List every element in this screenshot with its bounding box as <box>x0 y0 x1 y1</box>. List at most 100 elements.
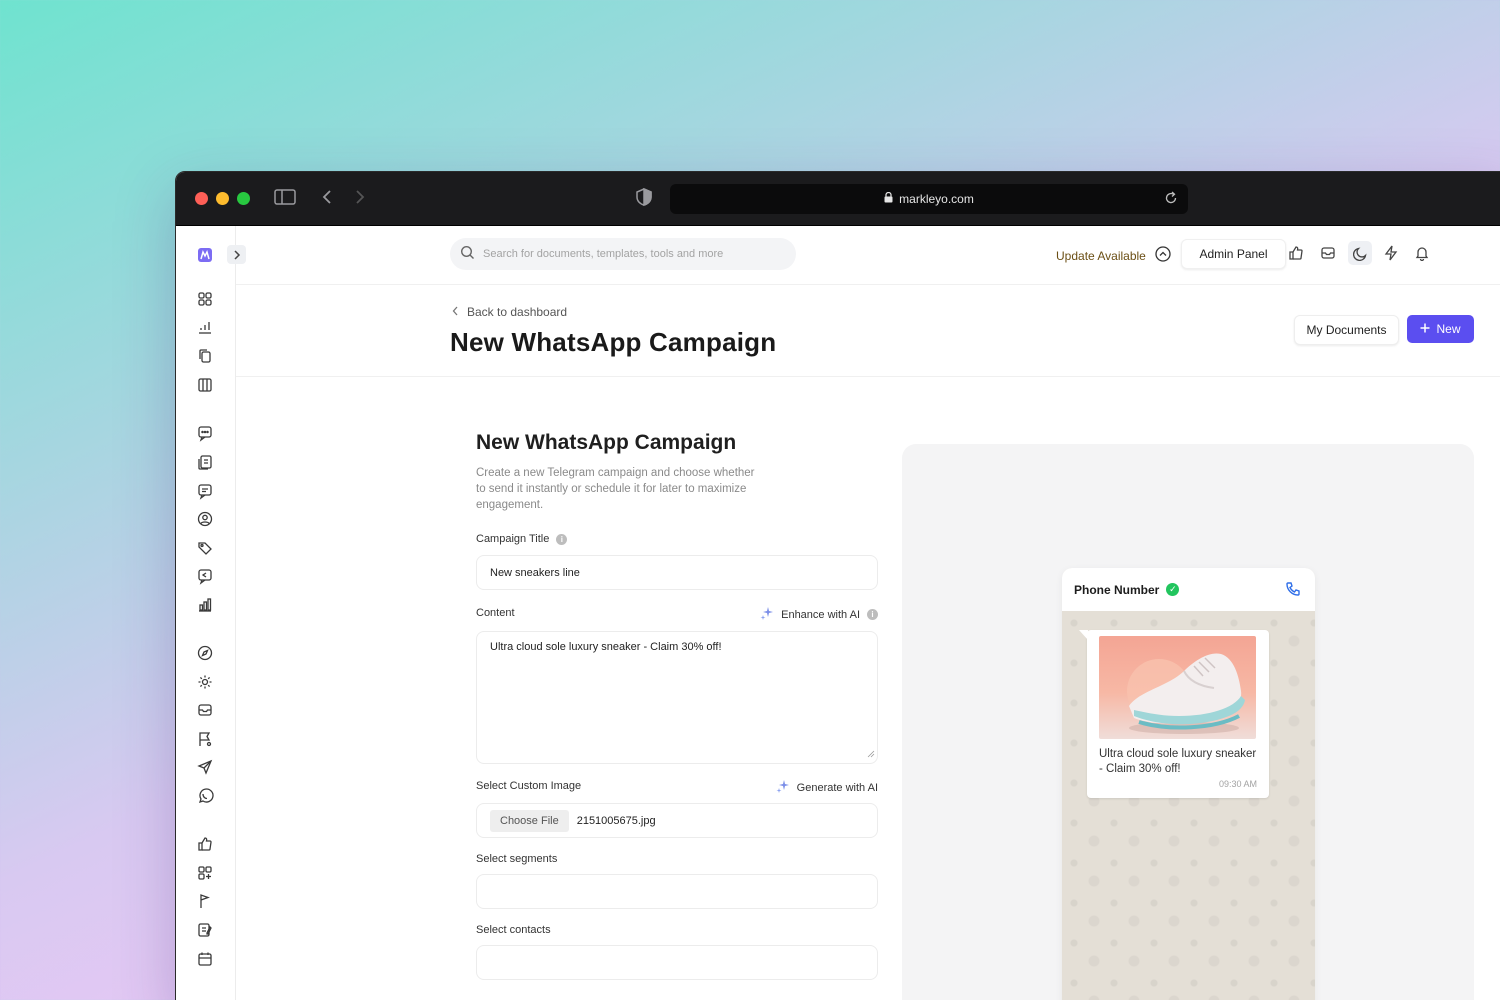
bell-icon[interactable] <box>1414 245 1432 263</box>
inbox-tray-icon[interactable] <box>1320 245 1338 263</box>
content-value: Ultra cloud sole luxury sneaker - Claim … <box>490 641 722 653</box>
update-label: Update Available <box>1056 248 1146 263</box>
close-window-button[interactable] <box>195 192 208 205</box>
hand-thumbs-icon[interactable] <box>1288 245 1306 263</box>
chat-header: Phone Number ✓ <box>1062 568 1315 611</box>
reload-icon[interactable] <box>1164 191 1178 208</box>
contacts-label-text: Select contacts <box>476 924 551 936</box>
message-bubble: Ultra cloud sole luxury sneaker - Claim … <box>1079 630 1269 798</box>
search-icon <box>460 245 475 263</box>
top-navigation: Update Available Admin Panel <box>236 226 1500 285</box>
page-title: New WhatsApp Campaign <box>450 327 777 357</box>
whatsapp-icon[interactable] <box>196 787 214 805</box>
content-label: Content <box>476 607 515 619</box>
chevron-left-icon <box>452 305 459 319</box>
back-to-dashboard-link[interactable]: Back to dashboard <box>452 305 567 319</box>
file-name: 2151005675.jpg <box>576 814 656 827</box>
shield-icon[interactable] <box>636 187 652 211</box>
sidebar <box>176 226 246 1000</box>
whatsapp-preview: Phone Number ✓ Ultra cloud sole luxury s… <box>1062 568 1315 1000</box>
generate-with-ai-button[interactable]: Generate with AI <box>776 779 878 796</box>
form-title: New WhatsApp Campaign <box>476 431 737 454</box>
verified-check-icon: ✓ <box>1166 583 1180 596</box>
address-bar[interactable]: markleyo.com <box>670 184 1188 214</box>
sparkles-icon <box>776 779 790 796</box>
maximize-window-button[interactable] <box>237 192 250 205</box>
forward-arrow-icon[interactable] <box>354 188 366 211</box>
enhance-with-ai-button[interactable]: Enhance with AI i <box>760 606 878 623</box>
search-bar[interactable] <box>450 238 796 270</box>
chat-icon[interactable] <box>196 424 214 442</box>
calendar-icon[interactable] <box>196 950 214 968</box>
apps-add-icon[interactable] <box>196 864 214 882</box>
resize-handle-icon[interactable] <box>867 749 875 761</box>
custom-image-label: Select Custom Image <box>476 780 581 792</box>
image-file-input[interactable]: Choose File 2151005675.jpg <box>476 803 878 838</box>
info-icon[interactable]: i <box>556 533 568 545</box>
minimize-window-button[interactable] <box>216 192 229 205</box>
app-body: Update Available Admin Panel <box>176 226 1500 1000</box>
content-textarea[interactable]: Ultra cloud sole luxury sneaker - Claim … <box>476 631 878 764</box>
inbox-icon[interactable] <box>196 701 214 719</box>
campaign-title-value: New sneakers line <box>490 566 580 579</box>
campaign-title-label-text: Campaign Title <box>476 533 550 545</box>
plus-icon <box>1420 322 1430 336</box>
segments-select[interactable] <box>476 874 878 909</box>
page-header: Back to dashboard New WhatsApp Campaign … <box>236 285 1500 377</box>
form-description: Create a new Telegram campaign and choos… <box>476 467 755 511</box>
new-button[interactable]: New <box>1407 315 1474 343</box>
flag-settings-icon[interactable] <box>196 730 214 748</box>
message-time: 09:30 AM <box>1218 779 1257 789</box>
sparkles-icon <box>760 606 774 623</box>
app-logo-icon[interactable] <box>196 246 214 264</box>
contacts-select[interactable] <box>476 945 878 980</box>
back-label: Back to dashboard <box>467 305 568 319</box>
lock-icon <box>884 191 893 206</box>
segments-label-text: Select segments <box>476 853 558 865</box>
browser-window: markleyo.com Search for documents, templ… <box>175 171 1500 1000</box>
contacts-label: Select contacts <box>476 924 551 936</box>
new-label: New <box>1436 322 1461 336</box>
preview-panel: Phone Number ✓ Ultra cloud sole luxury s… <box>902 444 1474 1000</box>
back-arrow-icon[interactable] <box>321 188 333 211</box>
search-input[interactable] <box>483 248 763 260</box>
choose-file-button[interactable]: Choose File <box>490 809 569 832</box>
expand-sidebar-button[interactable] <box>227 245 246 264</box>
generate-label: Generate with AI <box>796 781 878 794</box>
settings-icon[interactable] <box>196 673 214 691</box>
chart-pen-icon[interactable] <box>196 318 214 336</box>
dark-mode-moon-icon[interactable] <box>1348 241 1372 265</box>
my-documents-button[interactable]: My Documents <box>1294 315 1399 345</box>
content-label-text: Content <box>476 607 515 619</box>
chevron-up-circle-icon <box>1155 246 1171 265</box>
reply-icon[interactable] <box>196 567 214 585</box>
tags-icon[interactable] <box>196 539 214 557</box>
chat-header-title: Phone Number <box>1074 582 1160 597</box>
campaign-title-label: Campaign Title i <box>476 533 568 545</box>
user-circle-icon[interactable] <box>196 510 214 528</box>
admin-panel-button[interactable]: Admin Panel <box>1181 239 1286 269</box>
custom-image-label-text: Select Custom Image <box>476 780 582 792</box>
compass-icon[interactable] <box>196 644 214 662</box>
documents-icon[interactable] <box>196 453 214 471</box>
thumbs-up-icon[interactable] <box>196 835 214 853</box>
browser-titlebar: markleyo.com <box>176 172 1500 226</box>
send-icon[interactable] <box>196 758 214 776</box>
enhance-label: Enhance with AI <box>781 608 860 621</box>
url-text: markleyo.com <box>899 192 974 206</box>
sidebar-toggle-icon[interactable] <box>274 188 296 211</box>
chat-background: Ultra cloud sole luxury sneaker - Claim … <box>1062 611 1315 1000</box>
lightning-icon[interactable] <box>1383 245 1401 263</box>
grid-icon[interactable] <box>196 290 214 308</box>
message-text: Ultra cloud sole luxury sneaker - Claim … <box>1099 748 1257 775</box>
notes-icon[interactable] <box>196 921 214 939</box>
copy-icon[interactable] <box>196 347 214 365</box>
info-icon[interactable]: i <box>867 609 878 620</box>
flag-icon[interactable] <box>196 892 214 910</box>
campaign-title-field[interactable]: New sneakers line <box>476 555 878 590</box>
update-available-button[interactable]: Update Available <box>1056 246 1171 265</box>
board-icon[interactable] <box>196 376 214 394</box>
bar-chart-icon[interactable] <box>196 596 214 614</box>
message-icon[interactable] <box>196 482 214 500</box>
phone-call-icon[interactable] <box>1285 581 1301 600</box>
